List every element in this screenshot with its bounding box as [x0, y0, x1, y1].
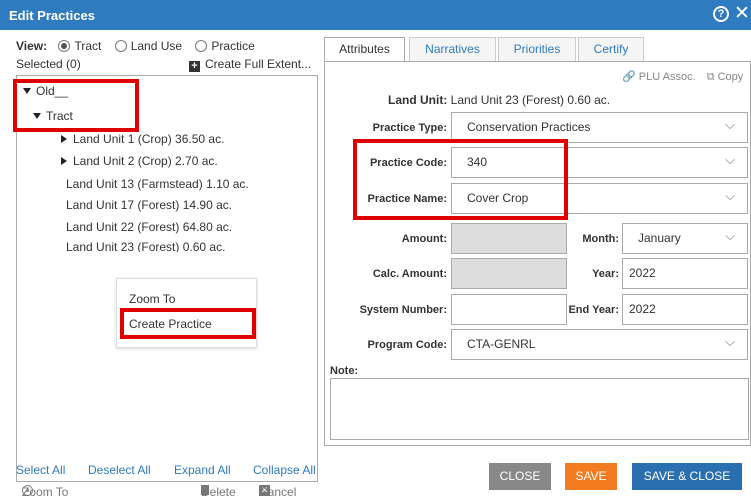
view-selector: View: Tract Land Use Practice	[16, 39, 263, 53]
view-option-land-use[interactable]: Land Use	[113, 39, 182, 53]
system-number-input[interactable]	[451, 294, 567, 325]
expand-icon[interactable]	[61, 135, 67, 143]
tree-node-land-unit-22[interactable]: Land Unit 22 (Forest) 64.80 ac.	[66, 220, 232, 234]
tree-node-land-unit-17[interactable]: Land Unit 17 (Forest) 14.90 ac.	[66, 198, 232, 212]
highlight-box-create-practice	[120, 308, 256, 339]
plus-icon: +	[189, 61, 200, 72]
tree-node-land-unit-23[interactable]: Land Unit 23 (Forest) 0.60 ac.	[66, 240, 225, 252]
save-button[interactable]: SAVE	[565, 463, 617, 490]
view-label: View:	[16, 39, 48, 53]
calc-amount-label: Calc. Amount:	[372, 268, 447, 280]
month-select[interactable]: January	[622, 221, 748, 254]
tree-node-land-unit-13[interactable]: Land Unit 13 (Farmstead) 1.10 ac.	[66, 177, 249, 191]
view-option-tract[interactable]: Tract	[56, 39, 101, 53]
highlight-box-practice	[353, 139, 568, 220]
tab-attributes[interactable]: Attributes	[324, 37, 405, 62]
program-code-select[interactable]: CTA-GENRL	[451, 327, 748, 360]
create-full-extent-button[interactable]: + Create Full Extent...	[189, 57, 311, 72]
left-panel: View: Tract Land Use Practice Selected (…	[0, 30, 324, 501]
select-all-link[interactable]: Select All	[16, 463, 65, 477]
program-code-label: Program Code:	[367, 339, 447, 351]
tree-node-land-unit-2[interactable]: Land Unit 2 (Crop) 2.70 ac.	[61, 154, 218, 168]
zoom-to-menu-item[interactable]: Zoom To	[129, 292, 175, 306]
deselect-all-link[interactable]: Deselect All	[88, 463, 151, 477]
radio-icon[interactable]	[58, 40, 71, 52]
close-icon[interactable]: ✕	[734, 3, 750, 25]
window-title: Edit Practices	[9, 8, 95, 23]
calc-amount-input[interactable]	[451, 258, 567, 289]
amount-label: Amount:	[401, 233, 447, 245]
note-textarea[interactable]	[330, 378, 749, 440]
radio-icon[interactable]	[195, 40, 208, 52]
end-year-label: End Year:	[568, 304, 619, 316]
tree-node-land-unit-1[interactable]: Land Unit 1 (Crop) 36.50 ac.	[61, 132, 224, 146]
land-unit-tree[interactable]: Old__ Tract Land Unit 1 (Crop) 36.50 ac.…	[13, 75, 318, 482]
expand-all-link[interactable]: Expand All	[174, 463, 231, 477]
note-label: Note:	[330, 365, 359, 377]
practice-type-label: Practice Type:	[372, 122, 447, 134]
view-option-practice[interactable]: Practice	[193, 39, 255, 53]
selected-count: Selected (0)	[16, 57, 81, 71]
collapse-all-link[interactable]: Collapse All	[253, 463, 316, 477]
tab-narratives[interactable]: Narratives	[409, 37, 496, 61]
copy-link[interactable]: ⧉ Copy	[707, 71, 744, 83]
tab-certify[interactable]: Certify	[578, 37, 644, 61]
year-input[interactable]: 2022	[622, 258, 748, 289]
radio-icon[interactable]	[114, 40, 127, 52]
expand-icon[interactable]	[61, 157, 67, 165]
help-icon[interactable]: ?	[713, 6, 729, 22]
month-label: Month:	[582, 233, 619, 245]
tab-priorities[interactable]: Priorities	[498, 37, 576, 61]
amount-input[interactable]	[451, 223, 567, 254]
end-year-input[interactable]: 2022	[622, 294, 748, 325]
highlight-box-tree	[13, 79, 139, 132]
land-unit-line: Land Unit: Land Unit 23 (Forest) 0.60 ac…	[388, 93, 611, 107]
plu-assoc-link[interactable]: 🔗 PLU Assoc.	[622, 71, 696, 83]
attributes-panel: 🔗 PLU Assoc. ⧉ Copy Land Unit: Land Unit…	[324, 61, 751, 446]
save-close-button[interactable]: SAVE & CLOSE	[632, 463, 742, 490]
system-number-label: System Number:	[359, 304, 447, 316]
plu-assoc-row: 🔗 PLU Assoc. ⧉ Copy	[622, 70, 743, 84]
year-label: Year:	[592, 268, 619, 280]
title-bar: Edit Practices ? ✕	[0, 0, 751, 30]
close-button[interactable]: CLOSE	[489, 463, 551, 490]
